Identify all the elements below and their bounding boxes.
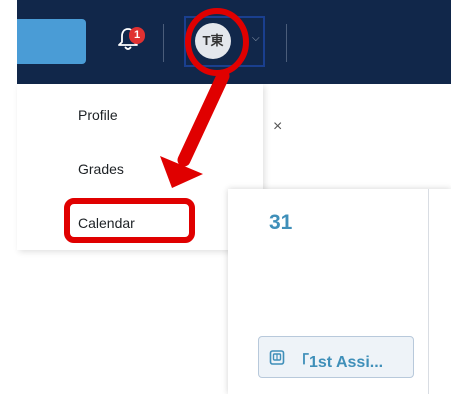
notification-count-badge: 1 — [129, 27, 145, 44]
menu-item-calendar[interactable]: Calendar — [78, 215, 135, 231]
calendar-event-title: 「1st Assi... — [293, 354, 384, 371]
chevron-down-icon: ⌵ — [252, 33, 260, 44]
navbar-divider — [286, 24, 287, 62]
user-menu-toggle[interactable]: T東 ⌵ — [184, 16, 265, 67]
calendar-grid-line — [428, 189, 429, 394]
nav-search-block[interactable] — [17, 19, 86, 64]
calendar-day-number[interactable]: 31 — [269, 211, 292, 235]
user-dropdown-menu: Profile Grades Calendar — [17, 84, 263, 250]
calendar-event[interactable]: 「1st Assi... — [258, 336, 414, 378]
top-navbar: 1 T東 ⌵ — [17, 0, 451, 84]
menu-item-profile[interactable]: Profile — [78, 107, 118, 123]
close-icon[interactable]: × — [273, 118, 282, 136]
menu-item-grades[interactable]: Grades — [78, 161, 124, 177]
avatar: T東 — [195, 23, 231, 59]
assignment-icon — [269, 350, 285, 365]
navbar-divider — [163, 24, 164, 62]
notifications-button[interactable]: 1 — [117, 26, 145, 56]
